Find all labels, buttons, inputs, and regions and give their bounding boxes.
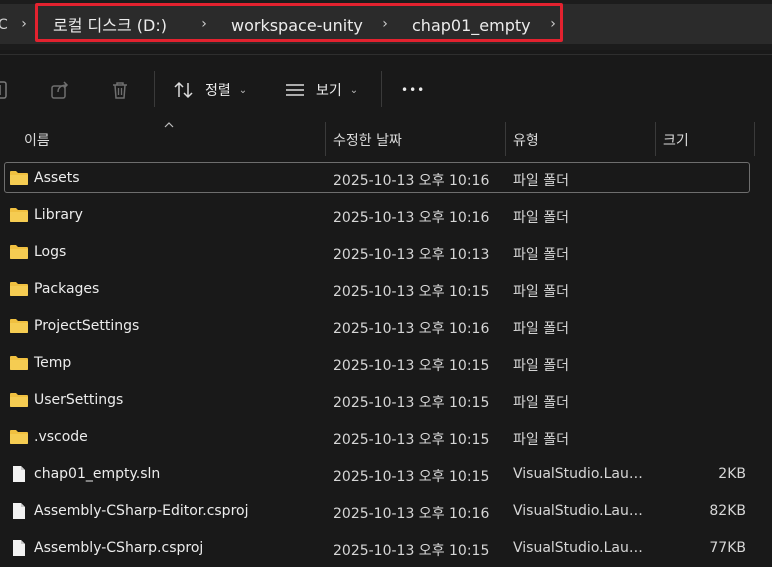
file-name: ProjectSettings — [34, 318, 140, 334]
file-type: 파일 폴더 — [513, 247, 569, 263]
folder-icon — [10, 393, 28, 407]
rename-icon[interactable] — [0, 79, 12, 101]
breadcrumb-chevron-icon[interactable]: › — [18, 17, 30, 31]
list-item[interactable]: .vscode 2025-10-13 오후 10:15 파일 폴더 — [0, 420, 772, 457]
list-item[interactable]: chap01_empty.sln 2025-10-13 오후 10:15 Vis… — [0, 457, 772, 494]
list-item[interactable]: Assembly-CSharp.csproj 2025-10-13 오후 10:… — [0, 531, 772, 567]
file-modified: 2025-10-13 오후 10:15 — [333, 358, 490, 374]
file-name: UserSettings — [34, 392, 124, 408]
view-button[interactable]: 보기 ⌄ — [284, 77, 358, 103]
folder-icon — [10, 245, 28, 259]
file-size: 82KB — [709, 503, 746, 519]
share-icon[interactable] — [49, 79, 71, 101]
sort-label: 정렬 — [205, 83, 231, 99]
file-modified: 2025-10-13 오후 10:15 — [333, 543, 490, 559]
file-name: Assembly-CSharp-Editor.csproj — [34, 503, 249, 519]
list-item[interactable]: Logs 2025-10-13 오후 10:13 파일 폴더 — [0, 235, 772, 272]
file-type: 파일 폴더 — [513, 210, 569, 226]
file-modified: 2025-10-13 오후 10:15 — [333, 432, 490, 448]
file-modified: 2025-10-13 오후 10:15 — [333, 284, 490, 300]
column-divider[interactable] — [325, 122, 326, 156]
column-divider[interactable] — [655, 122, 656, 156]
more-icon: ••• — [401, 83, 426, 97]
folder-icon — [10, 430, 28, 444]
folder-icon — [10, 319, 28, 333]
file-name: Packages — [34, 281, 100, 297]
file-name: Assets — [34, 170, 80, 186]
file-modified: 2025-10-13 오후 10:16 — [333, 173, 490, 189]
column-divider[interactable] — [754, 122, 755, 156]
toolbar-divider — [381, 71, 382, 107]
file-name: Assembly-CSharp.csproj — [34, 540, 204, 556]
folder-icon — [10, 171, 28, 185]
folder-icon — [10, 282, 28, 296]
file-modified: 2025-10-13 오후 10:15 — [333, 469, 490, 485]
file-name: .vscode — [34, 429, 88, 445]
file-name: Library — [34, 207, 83, 223]
file-explorer-window: C › 로컬 디스크 (D:) › workspace-unity › chap… — [0, 0, 772, 567]
file-icon — [13, 540, 25, 556]
column-header-row: 이름 수정한 날짜 유형 크기 — [0, 122, 772, 156]
column-divider[interactable] — [505, 122, 506, 156]
view-list-icon — [286, 84, 304, 96]
file-modified: 2025-10-13 오후 10:16 — [333, 321, 490, 337]
delete-icon[interactable] — [109, 79, 131, 101]
sort-icon — [174, 81, 193, 99]
file-modified: 2025-10-13 오후 10:15 — [333, 395, 490, 411]
folder-icon — [10, 208, 28, 222]
toolbar-divider — [154, 71, 155, 107]
breadcrumb-partial-segment[interactable]: C — [0, 17, 8, 33]
file-list: Assets 2025-10-13 오후 10:16 파일 폴더 Library… — [0, 161, 772, 567]
list-item[interactable]: Packages 2025-10-13 오후 10:15 파일 폴더 — [0, 272, 772, 309]
file-type: VisualStudio.Laun... — [513, 540, 646, 556]
list-item[interactable]: Assembly-CSharp-Editor.csproj 2025-10-13… — [0, 494, 772, 531]
file-type: 파일 폴더 — [513, 321, 569, 337]
column-header-modified[interactable]: 수정한 날짜 — [333, 130, 402, 150]
file-name: Temp — [34, 355, 72, 371]
address-bar: C › 로컬 디스크 (D:) › workspace-unity › chap… — [0, 0, 772, 50]
more-options-button[interactable]: ••• — [401, 77, 425, 103]
list-item[interactable]: Assets 2025-10-13 오후 10:16 파일 폴더 — [0, 161, 772, 198]
list-item[interactable]: Library 2025-10-13 오후 10:16 파일 폴더 — [0, 198, 772, 235]
command-bar: 정렬 ⌄ 보기 ⌄ ••• — [0, 54, 772, 123]
list-item[interactable]: Temp 2025-10-13 오후 10:15 파일 폴더 — [0, 346, 772, 383]
file-type: 파일 폴더 — [513, 395, 569, 411]
file-modified: 2025-10-13 오후 10:16 — [333, 210, 490, 226]
file-modified: 2025-10-13 오후 10:13 — [333, 247, 490, 263]
column-header-name[interactable]: 이름 — [24, 130, 50, 150]
file-modified: 2025-10-13 오후 10:16 — [333, 506, 490, 522]
list-item[interactable]: UserSettings 2025-10-13 오후 10:15 파일 폴더 — [0, 383, 772, 420]
view-label: 보기 — [316, 83, 342, 99]
column-header-type[interactable]: 유형 — [513, 130, 539, 150]
chevron-down-icon: ⌄ — [349, 84, 359, 96]
file-name: chap01_empty.sln — [34, 466, 161, 482]
file-type: 파일 폴더 — [513, 358, 569, 374]
chevron-down-icon: ⌄ — [238, 84, 248, 96]
folder-icon — [10, 356, 28, 370]
column-header-size[interactable]: 크기 — [663, 130, 689, 150]
list-item[interactable]: ProjectSettings 2025-10-13 오후 10:16 파일 폴… — [0, 309, 772, 346]
file-icon — [13, 503, 25, 519]
file-type: 파일 폴더 — [513, 432, 569, 448]
highlight-annotation — [35, 3, 563, 42]
file-type: VisualStudio.Laun... — [513, 503, 646, 519]
file-type: VisualStudio.Laun... — [513, 466, 646, 482]
sort-ascending-icon — [164, 122, 174, 128]
file-type: 파일 폴더 — [513, 173, 569, 189]
file-size: 77KB — [709, 540, 746, 556]
file-type: 파일 폴더 — [513, 284, 569, 300]
file-icon — [13, 466, 25, 482]
file-size: 2KB — [718, 466, 746, 482]
file-name: Logs — [34, 244, 67, 260]
sort-button[interactable]: 정렬 ⌄ — [173, 77, 247, 103]
